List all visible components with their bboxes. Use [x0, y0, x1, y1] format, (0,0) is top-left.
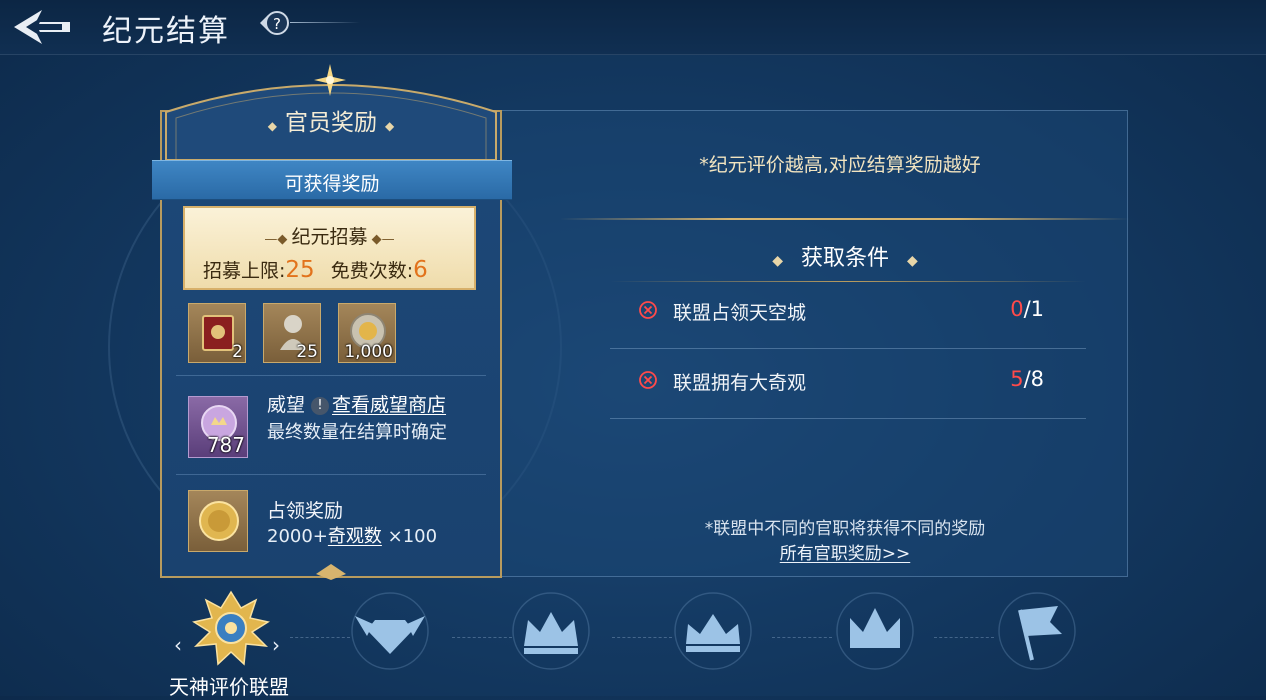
next-rank-arrow[interactable]: › — [272, 633, 280, 657]
occupy-reward-desc: 2000+奇观数 ×100 — [267, 526, 438, 547]
conditions-title: ◆ 获取条件 ◆ — [772, 246, 918, 271]
rank-connector — [452, 637, 512, 639]
condition-text: 联盟占领天空城 — [673, 302, 807, 324]
conditions-title-underline — [610, 281, 1086, 282]
row-divider — [610, 348, 1086, 349]
prestige-desc: 最终数量在结算时确定 — [267, 422, 447, 443]
laurel-coin-icon — [199, 501, 239, 541]
condition-text: 联盟拥有大奇观 — [673, 372, 807, 394]
wonder-count-link[interactable]: 奇观数 — [328, 526, 382, 547]
evaluation-tip: *纪元评价越高,对应结算奖励越好 — [699, 154, 981, 176]
rank-connector — [290, 637, 350, 639]
rank-connector — [934, 637, 994, 639]
card-bottom-ornament — [316, 564, 346, 580]
prestige-item[interactable]: 787 — [188, 396, 248, 458]
prestige-shop-link[interactable]: 查看威望商店 — [332, 394, 446, 416]
star-icon — [314, 64, 346, 96]
recruit-stats: 招募上限:25 免费次数:6 — [203, 257, 428, 283]
fail-x-icon — [639, 371, 657, 389]
rank-connector — [772, 637, 832, 639]
occupy-reward-item[interactable] — [188, 490, 248, 552]
winged-diamond-emblem-tab[interactable] — [345, 588, 435, 674]
available-rewards-ribbon: 可获得奖励 — [152, 160, 512, 200]
fleur-crown-emblem-tab[interactable] — [668, 588, 758, 674]
condition-progress: 5/8 — [1010, 367, 1044, 391]
back-arrow-icon[interactable] — [8, 6, 76, 48]
row-divider — [610, 418, 1086, 419]
all-rank-rewards-link[interactable]: 所有官职奖励>> — [740, 539, 950, 564]
flag-emblem-tab[interactable] — [992, 588, 1082, 674]
sun-laurel-emblem-tab[interactable] — [186, 588, 276, 674]
prev-rank-arrow[interactable]: ‹ — [174, 633, 182, 657]
condition-progress: 0/1 — [1010, 297, 1044, 321]
rank-reward-tip: *联盟中不同的官职将获得不同的奖励 — [704, 519, 986, 539]
recruit-title: —◆ 纪元招募 ◆— — [264, 226, 395, 248]
rank-connector — [612, 637, 672, 639]
reward-item-book[interactable]: 2 — [188, 303, 246, 363]
conditions-panel — [490, 110, 1128, 577]
card-divider — [176, 375, 486, 376]
era-recruit-box: —◆ 纪元招募 ◆— 招募上限:25 免费次数:6 — [183, 206, 476, 290]
card-divider — [176, 474, 486, 475]
top-bar: 纪元结算 ? — [0, 0, 1266, 55]
jeweled-crown-emblem-tab[interactable] — [506, 588, 596, 674]
simple-crown-emblem-tab[interactable] — [830, 588, 920, 674]
svg-text:?: ? — [273, 15, 281, 33]
reward-item-coin[interactable]: 1,000 — [338, 303, 396, 363]
question-icon[interactable]: ? — [258, 9, 294, 37]
gold-divider — [560, 218, 1130, 220]
prestige-row: 威望! 查看威望商店 — [267, 394, 447, 416]
info-icon[interactable]: ! — [311, 397, 330, 415]
fail-x-icon — [639, 301, 657, 319]
reward-item-bust[interactable]: 25 — [263, 303, 321, 363]
page-title: 纪元结算 — [102, 14, 230, 49]
card-title: ◆ 官员奖励 ◆ — [267, 110, 395, 136]
occupy-reward-title: 占领奖励 — [267, 500, 344, 522]
title-decor-line — [290, 22, 360, 23]
